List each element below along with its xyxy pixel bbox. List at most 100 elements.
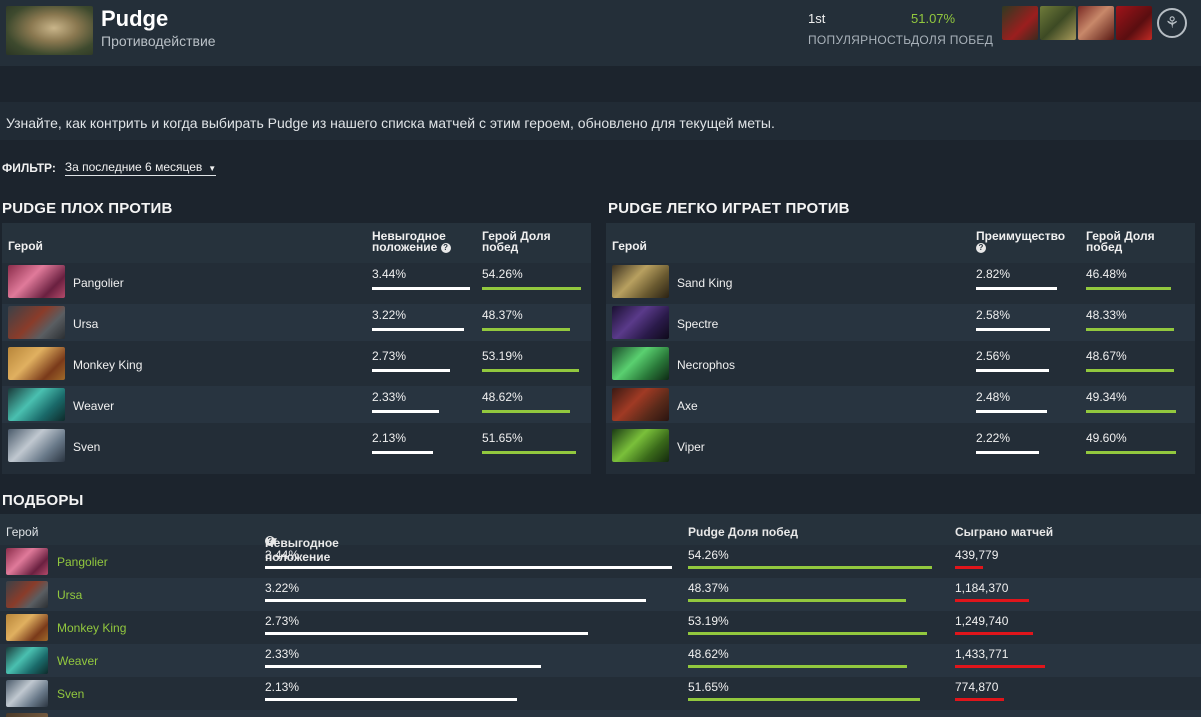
disadvantage-bar — [372, 369, 450, 372]
table-row[interactable]: Monkey King 2.73% 53.19% 1,249,740 — [0, 611, 1201, 644]
matches-value: 1,249,740 — [955, 614, 1009, 628]
disadvantage-value: 3.22% — [265, 581, 300, 595]
winrate-value: 48.62% — [688, 647, 729, 661]
hero-portrait — [8, 429, 65, 462]
hero-name[interactable]: Weaver — [73, 399, 114, 413]
item-icon[interactable] — [1116, 6, 1152, 40]
table-row[interactable]: Spectre 2.58% 48.33% — [606, 304, 1195, 341]
winrate-bar — [1086, 451, 1176, 454]
col-hero[interactable]: Герой — [6, 525, 38, 539]
item-icon[interactable] — [1002, 6, 1038, 40]
table-row[interactable]: Viper 2.22% 49.60% — [606, 427, 1195, 464]
disadvantage-bar — [372, 328, 464, 331]
hero-name[interactable]: Pangolier — [73, 276, 124, 290]
hero-name[interactable]: Axe — [677, 399, 698, 413]
hero-name-link[interactable]: Weaver — [57, 654, 98, 668]
help-icon[interactable]: ? — [976, 242, 986, 253]
hero-name-link[interactable]: Pangolier — [57, 555, 108, 569]
hero-name: Pudge — [101, 6, 169, 31]
table-row[interactable]: Ursa 3.22% 48.37% 1,184,370 — [0, 578, 1201, 611]
col-advantage[interactable]: Преимущество ? — [976, 229, 1076, 253]
col-winrate[interactable]: Герой Доля побед — [1086, 230, 1186, 253]
hero-name[interactable]: Sand King — [677, 276, 732, 290]
filter-dropdown[interactable]: За последние 6 месяцев ▼ — [64, 160, 217, 176]
good-against-table: Герой Преимущество ? Герой Доля побед Sa… — [606, 223, 1195, 474]
hero-subtitle: Противодействие — [101, 33, 216, 49]
col-advantage-label: Преимущество — [976, 229, 1066, 243]
hero-portrait — [612, 265, 669, 298]
table-row[interactable]: Sven 2.13% 51.65% — [2, 427, 591, 464]
table-row[interactable]: Necrophos 2.56% 48.67% — [606, 345, 1195, 382]
col-disadvantage[interactable]: Невыгодное положение ? — [372, 230, 472, 253]
hero-portrait — [6, 647, 48, 674]
hero-name[interactable]: Necrophos — [677, 358, 735, 372]
disadvantage-value: 3.44% — [265, 548, 300, 562]
winrate-value: 48.62% — [482, 390, 523, 404]
winrate-value: 54.26% — [688, 548, 729, 562]
table-header: Герой Невыгодное положение ? ▼ Pudge Доля… — [0, 514, 1201, 564]
hero-name[interactable]: Spectre — [677, 317, 718, 331]
table-row[interactable]: Axe 2.48% 49.34% — [606, 386, 1195, 423]
winrate-bar — [688, 599, 906, 602]
hero-name-link[interactable]: Sven — [57, 687, 84, 701]
disadvantage-bar — [265, 665, 541, 668]
hero-portrait — [612, 388, 669, 421]
table-row[interactable]: Sand King 2.82% 46.48% — [606, 263, 1195, 300]
help-icon[interactable]: ? — [440, 242, 451, 253]
col-hero[interactable]: Герой — [612, 239, 647, 253]
winrate-value: 49.34% — [1086, 390, 1127, 404]
matches-bar — [955, 665, 1045, 668]
disadvantage-bar — [265, 566, 672, 569]
disadvantage-bar — [372, 287, 470, 290]
hero-name[interactable]: Ursa — [73, 317, 98, 331]
col-hero[interactable]: Герой — [8, 239, 43, 253]
winrate-value: 54.26% — [482, 267, 523, 281]
matches-bar — [955, 566, 983, 569]
col-winrate[interactable]: Герой Доля побед — [482, 230, 582, 253]
table-row[interactable]: Pangolier 3.44% 54.26% 439,779 — [0, 545, 1201, 578]
table-row[interactable]: Pangolier 3.44% 54.26% — [2, 263, 591, 300]
hero-portrait — [612, 306, 669, 339]
disadvantage-value: 2.33% — [372, 390, 407, 404]
table-row[interactable]: Ursa 3.22% 48.37% — [2, 304, 591, 341]
hero-portrait — [6, 581, 48, 608]
winrate-value: 46.48% — [1086, 267, 1127, 281]
table-row[interactable]: Weaver 2.33% 48.62% 1,433,771 — [0, 644, 1201, 677]
filter-value: За последние 6 месяцев — [64, 160, 203, 174]
winrate-value: 51.65% — [688, 680, 729, 694]
hero-portrait — [612, 347, 669, 380]
winrate-label: ДОЛЯ ПОБЕД — [911, 33, 994, 47]
hero-name-link[interactable]: Ursa — [57, 588, 82, 602]
hero-portrait — [6, 548, 48, 575]
hero-name[interactable]: Viper — [677, 440, 705, 454]
winrate-value: 49.60% — [1086, 431, 1127, 445]
hero-portrait — [8, 265, 65, 298]
winrate-bar — [482, 451, 576, 454]
advantage-bar — [976, 410, 1047, 413]
filter-label: ФИЛЬТР: — [2, 161, 56, 175]
hero-name-link[interactable]: Monkey King — [57, 621, 126, 635]
hero-name[interactable]: Sven — [73, 440, 100, 454]
matches-value: 1,433,771 — [955, 647, 1009, 661]
col-winrate[interactable]: Pudge Доля побед — [688, 525, 798, 539]
item-icon[interactable] — [1078, 6, 1114, 40]
item-icon[interactable] — [1040, 6, 1076, 40]
disadvantage-value: 3.22% — [372, 308, 407, 322]
disadvantage-value: 2.73% — [265, 614, 300, 628]
popularity-value: 1st — [808, 11, 826, 26]
table-row-partial[interactable] — [0, 710, 1201, 717]
table-row[interactable]: Weaver 2.33% 48.62% — [2, 386, 591, 423]
hero-portrait — [8, 388, 65, 421]
dire-faction-icon: ⚘ — [1157, 8, 1187, 38]
disadvantage-value: 2.13% — [372, 431, 407, 445]
table-row[interactable]: Sven 2.13% 51.65% 774,870 — [0, 677, 1201, 710]
hero-portrait — [6, 680, 48, 707]
popular-items — [1002, 6, 1152, 40]
col-matches[interactable]: Сыграно матчей — [955, 525, 1053, 539]
winrate-value: 51.07% — [911, 11, 956, 26]
matches-value: 774,870 — [955, 680, 999, 694]
table-row[interactable]: Monkey King 2.73% 53.19% — [2, 345, 591, 382]
table-header: Герой Преимущество ? Герой Доля побед — [606, 223, 1195, 263]
hero-portrait — [6, 713, 48, 717]
hero-name[interactable]: Monkey King — [73, 358, 142, 372]
